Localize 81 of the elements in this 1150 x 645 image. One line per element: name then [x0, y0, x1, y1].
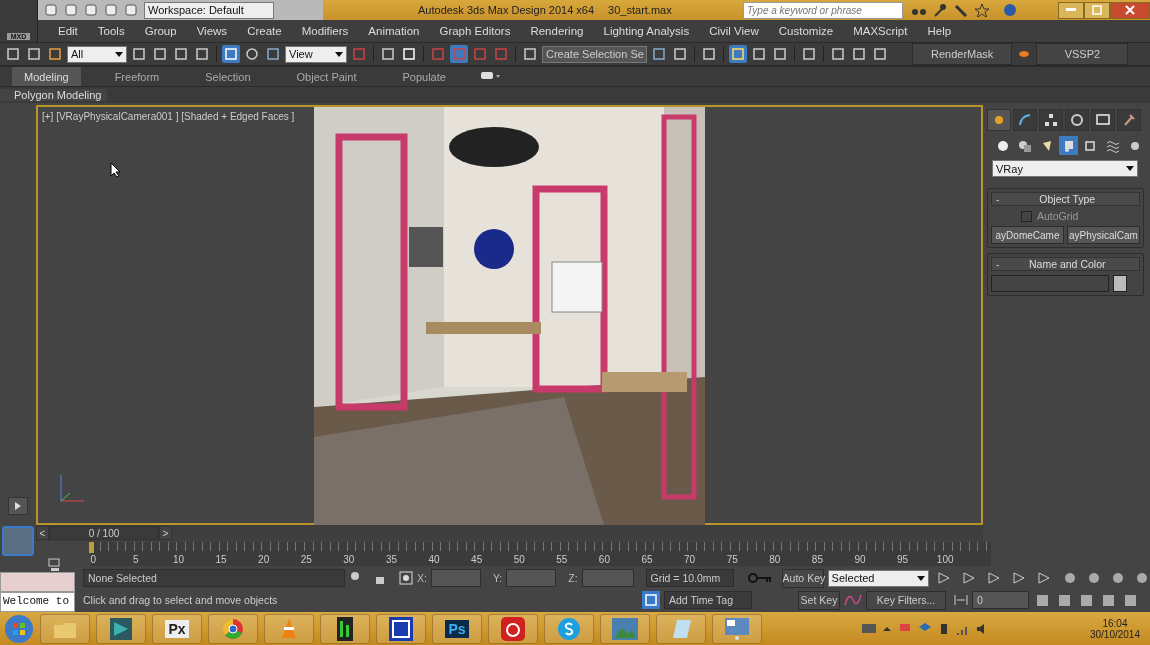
current-frame-field[interactable]: 0: [972, 591, 1029, 609]
menu-item[interactable]: Group: [134, 25, 187, 37]
frame-number: 100: [935, 554, 955, 565]
prompt-text: Click and drag to select and move objects: [83, 594, 279, 606]
frame-number: 95: [896, 554, 910, 565]
previous-frame-button[interactable]: <: [36, 526, 49, 540]
search-field[interactable]: Type a keyword or phrase: [743, 1, 903, 19]
time-slider-thumb[interactable]: 0 / 100: [49, 526, 159, 540]
selection-filter-dropdown[interactable]: All: [67, 45, 127, 63]
maxscript-output-field[interactable]: Welcome to: [0, 592, 75, 612]
x-coordinate-label: X:: [417, 572, 427, 584]
taskbar-button[interactable]: Ps: [432, 613, 482, 644]
menu-item[interactable]: Tools: [87, 25, 135, 37]
menu-item[interactable]: Civil View: [699, 25, 769, 37]
menu-item[interactable]: Views: [186, 25, 238, 37]
reference-coordinate-dropdown[interactable]: View: [285, 45, 347, 63]
add-time-tag-field[interactable]: Add Time Tag: [664, 591, 752, 609]
menu-item[interactable]: MAXScript: [843, 25, 918, 37]
menu-item[interactable]: Animation: [358, 25, 430, 37]
frame-number: 0: [89, 554, 98, 565]
object-type-button[interactable]: ayDomeCame: [991, 226, 1064, 244]
frame-number: 75: [725, 554, 739, 565]
clock-time[interactable]: 16:04: [1102, 617, 1128, 629]
next-frame-button[interactable]: >: [159, 526, 172, 540]
taskbar-button[interactable]: Px: [152, 613, 202, 644]
key-mode-dropdown[interactable]: Selected: [827, 569, 929, 587]
menu-item[interactable]: Lighting Analysis: [593, 25, 700, 37]
frame-number: 15: [214, 554, 228, 565]
frame-number: 10: [171, 554, 186, 565]
frame-number: 70: [683, 554, 697, 565]
ribbon-tab[interactable]: Freeform: [102, 67, 172, 86]
rollout-header[interactable]: - Object Type: [991, 192, 1140, 206]
frame-number: 65: [640, 554, 654, 565]
viewport[interactable]: [+] [VRayPhysicalCamera001 ] [Shaded + Edged Faces ]: [36, 105, 983, 525]
file-name: 30_start.max: [608, 4, 672, 16]
frame-number: 55: [555, 554, 569, 565]
z-coordinate-label: Z:: [568, 572, 578, 584]
frame-number: 40: [427, 554, 441, 565]
timeline-track[interactable]: 0 5 10 15 20 25 30 35 40 45 50 55 60 65 70 75 80 85 90 95 100: [91, 542, 991, 566]
ribbon-tab[interactable]: Populate: [390, 67, 458, 86]
autogrid-label: AutoGrid: [1037, 210, 1079, 222]
menu-item[interactable]: Rendering: [520, 25, 594, 37]
clock-date[interactable]: 30/10/2014: [1089, 628, 1140, 640]
menu-item[interactable]: Help: [917, 25, 962, 37]
grid-size-field: Grid = 10.0mm: [645, 569, 734, 587]
ribbon-tab[interactable]: Modeling: [12, 67, 81, 86]
frame-number: 50: [512, 554, 526, 565]
frame-number: 35: [384, 554, 398, 565]
menu-item[interactable]: Create: [237, 25, 292, 37]
key-filters-button[interactable]: Key Filters...: [866, 590, 946, 610]
menu-item[interactable]: Edit: [48, 25, 88, 37]
named-selection-dropdown[interactable]: Create Selection Se: [542, 45, 647, 63]
frame-number: 80: [768, 554, 782, 565]
rollout-header[interactable]: - Name and Color: [991, 257, 1140, 271]
selection-status-field: None Selected: [83, 569, 345, 587]
window-title: Autodesk 3ds Max Design 2014 x64: [418, 4, 595, 16]
frame-number: 5: [132, 554, 140, 565]
frame-number: 45: [470, 554, 484, 565]
frame-number: 20: [257, 554, 271, 565]
px-logo-icon: Px: [165, 619, 189, 638]
ribbon-tab[interactable]: Object Paint: [284, 67, 369, 86]
set-key-button[interactable]: Set Key: [798, 590, 840, 610]
ribbon-tab[interactable]: Selection: [193, 67, 263, 86]
ps-logo-icon: Ps: [445, 619, 469, 638]
menu-item[interactable]: Modifiers: [291, 25, 359, 37]
y-coordinate-label: Y:: [492, 572, 503, 584]
object-type-button[interactable]: ayPhysicalCam: [1067, 226, 1140, 244]
frame-number: 60: [597, 554, 611, 565]
frame-number: 25: [299, 554, 313, 565]
frame-number: 85: [810, 554, 824, 565]
category-dropdown[interactable]: VRay: [992, 160, 1138, 177]
frame-number: 90: [853, 554, 867, 565]
workspace-dropdown[interactable]: Workspace: Default: [144, 1, 274, 19]
auto-key-button[interactable]: Auto Key: [781, 568, 824, 588]
frame-number: 30: [342, 554, 356, 565]
menu-item[interactable]: Customize: [768, 25, 844, 37]
menu-item[interactable]: Graph Editors: [429, 25, 521, 37]
render-mask-button[interactable]: RenderMask: [912, 43, 1013, 65]
viewport-label[interactable]: [+] [VRayPhysicalCamera001 ] [Shaded + Edged Faces ]: [42, 111, 295, 122]
vssp-button[interactable]: VSSP2: [1036, 43, 1129, 65]
ribbon-panel-label[interactable]: Polygon Modeling: [0, 89, 108, 101]
